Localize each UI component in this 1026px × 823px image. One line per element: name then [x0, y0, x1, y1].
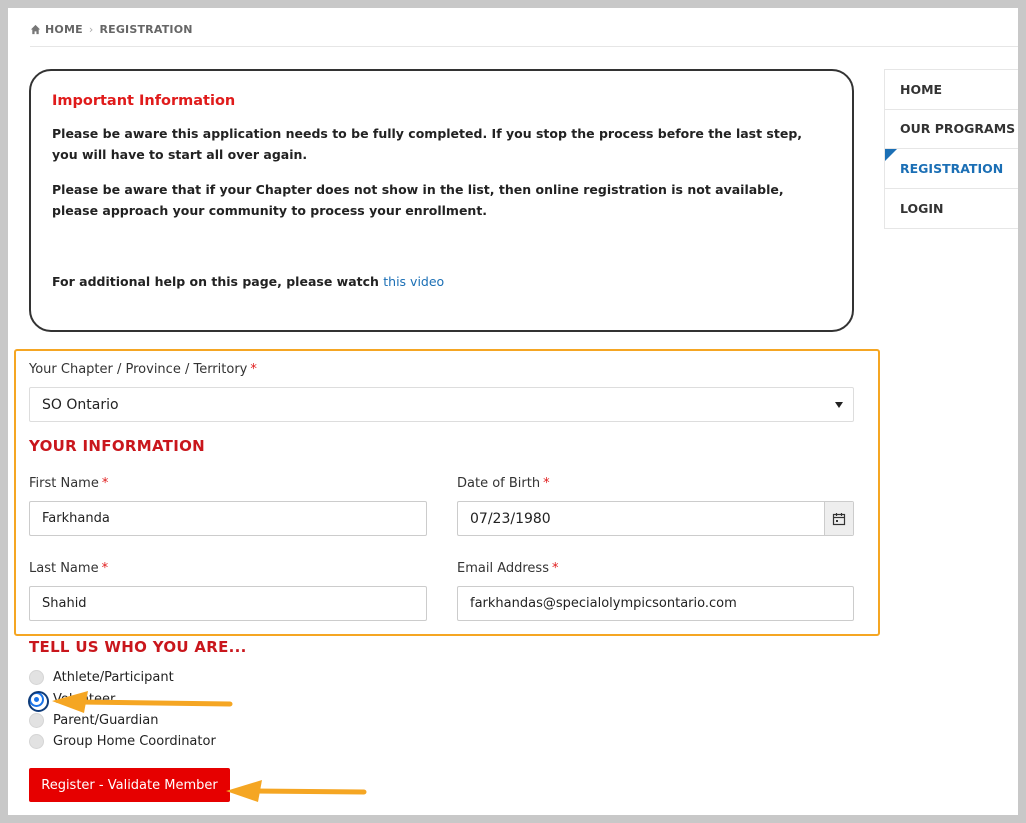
email-value: farkhandas@specialolympicsontario.com — [470, 596, 737, 611]
help-video-link[interactable]: this video — [383, 274, 444, 289]
required-mark: * — [250, 362, 257, 377]
email-label-text: Email Address — [457, 561, 549, 576]
last-name-label-text: Last Name — [29, 561, 99, 576]
important-info-box: Important Information Please be aware th… — [29, 69, 854, 332]
active-corner-marker — [885, 149, 897, 161]
last-name-label: Last Name * — [29, 561, 108, 576]
nav-item-label: HOME — [900, 81, 943, 97]
first-name-input[interactable]: Farkhanda — [29, 501, 427, 536]
nav-item-label: LOGIN — [900, 200, 944, 216]
role-label: Athlete/Participant — [53, 670, 174, 685]
required-mark: * — [551, 561, 559, 576]
page-frame: HOME › REGISTRATION Important Informatio… — [8, 8, 1018, 815]
role-label: Parent/Guardian — [53, 713, 159, 728]
breadcrumb-current: REGISTRATION — [99, 23, 193, 36]
role-option-parent[interactable]: Parent/Guardian — [29, 713, 158, 728]
role-option-athlete[interactable]: Athlete/Participant — [29, 670, 174, 685]
radio-parent[interactable] — [29, 713, 44, 728]
breadcrumb: HOME › REGISTRATION — [30, 23, 193, 36]
home-icon[interactable] — [30, 24, 41, 35]
nav-item-label: REGISTRATION — [900, 160, 1004, 176]
first-name-label: First Name * — [29, 476, 108, 491]
chapter-label: Your Chapter / Province / Territory * — [29, 362, 257, 377]
info-help-text: For additional help on this page, please… — [52, 274, 444, 289]
info-paragraph-1: Please be aware this application needs t… — [52, 126, 803, 162]
dob-input[interactable]: 07/23/1980 — [457, 501, 854, 536]
dob-label-text: Date of Birth — [457, 476, 541, 491]
nav-item-our-programs[interactable]: OUR PROGRAMS — [885, 110, 1018, 149]
breadcrumb-home[interactable]: HOME — [45, 23, 83, 36]
section-your-information: YOUR INFORMATION — [29, 437, 206, 455]
last-name-value: Shahid — [42, 596, 87, 611]
register-validate-button[interactable]: Register - Validate Member — [29, 768, 230, 802]
radio-group-home[interactable] — [29, 734, 44, 749]
arrow-left-icon — [52, 691, 233, 713]
nav-item-login[interactable]: LOGIN — [885, 189, 1018, 229]
nav-item-label: OUR PROGRAMS — [900, 121, 1016, 137]
chevron-right-icon: › — [88, 23, 94, 36]
caret-down-icon — [835, 402, 843, 408]
dob-label: Date of Birth * — [457, 476, 550, 491]
required-mark: * — [543, 476, 550, 491]
focus-ring — [28, 691, 49, 712]
role-option-group-home[interactable]: Group Home Coordinator — [29, 734, 216, 749]
first-name-value: Farkhanda — [42, 511, 110, 526]
nav-item-home[interactable]: HOME — [885, 70, 1018, 110]
side-nav: HOME OUR PROGRAMS REGISTRATION LOGIN — [884, 69, 1018, 229]
chapter-label-text: Your Chapter / Province / Territory — [29, 362, 248, 377]
arrow-left-icon — [226, 780, 367, 802]
email-input[interactable]: farkhandas@specialolympicsontario.com — [457, 586, 854, 621]
required-mark: * — [101, 476, 109, 491]
email-label: Email Address * — [457, 561, 558, 576]
first-name-label-text: First Name — [29, 476, 99, 491]
last-name-input[interactable]: Shahid — [29, 586, 427, 621]
radio-athlete[interactable] — [29, 670, 44, 685]
nav-item-registration[interactable]: REGISTRATION — [885, 149, 1018, 189]
calendar-icon[interactable] — [824, 502, 853, 535]
info-paragraph-2: Please be aware that if your Chapter doe… — [52, 182, 784, 218]
breadcrumb-divider — [30, 46, 1018, 47]
role-label: Group Home Coordinator — [53, 734, 216, 749]
section-who-you-are: TELL US WHO YOU ARE... — [29, 638, 247, 656]
dob-value: 07/23/1980 — [470, 510, 551, 527]
chapter-select-value: SO Ontario — [42, 396, 119, 413]
info-help-prefix: For additional help on this page, please… — [52, 274, 384, 289]
chapter-select[interactable]: SO Ontario — [29, 387, 854, 422]
radio-volunteer[interactable] — [28, 691, 49, 712]
info-title: Important Information — [52, 93, 236, 109]
required-mark: * — [101, 561, 109, 576]
